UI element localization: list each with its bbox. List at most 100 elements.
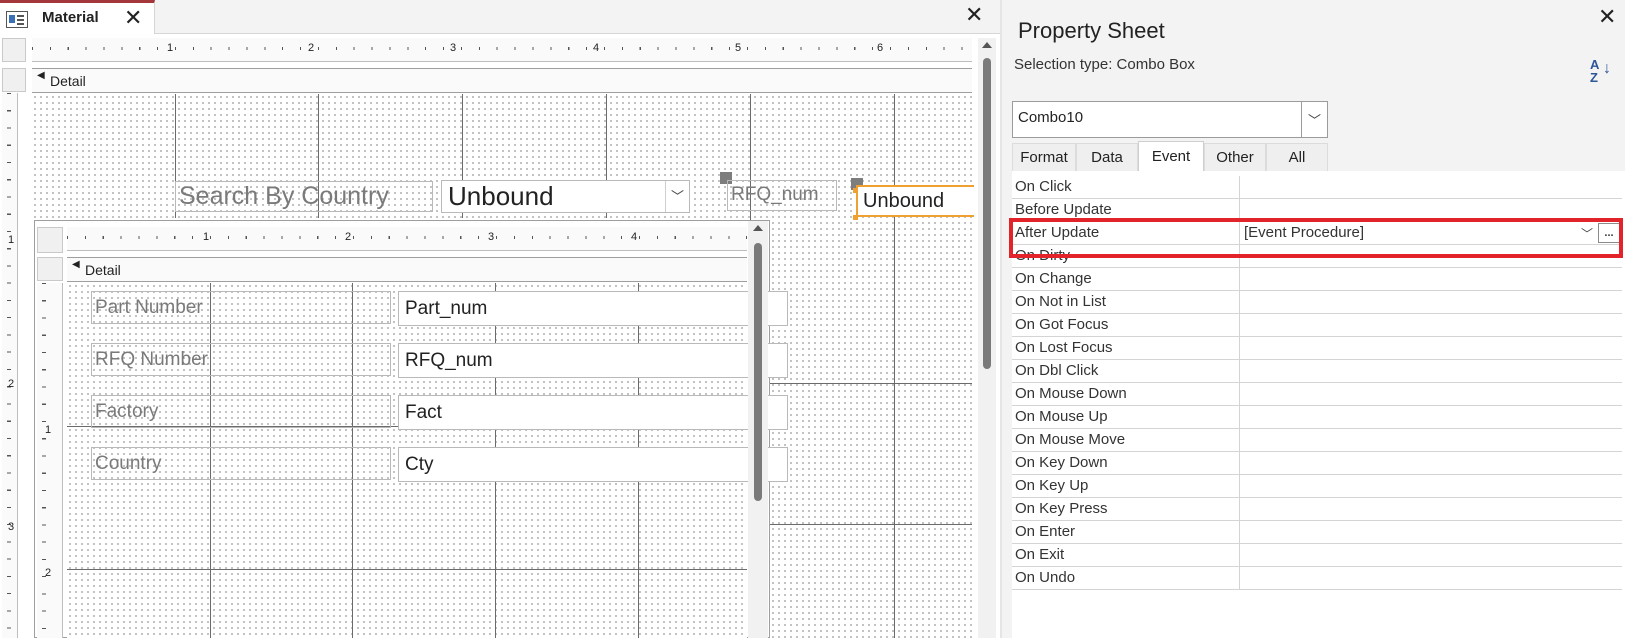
search-by-country-label[interactable]: Search By Country: [175, 181, 433, 212]
scroll-up-icon[interactable]: [753, 225, 763, 231]
search-country-combo[interactable]: Unbound ﹀: [441, 180, 690, 213]
property-value[interactable]: [1239, 383, 1622, 405]
highlight-box: [1009, 218, 1623, 258]
designer-vertical-scrollbar[interactable]: [978, 38, 996, 638]
selected-combo-control[interactable]: Unbound: [856, 185, 974, 217]
subform-vertical-ruler: 1 2: [37, 283, 63, 638]
property-row[interactable]: On Exit: [1012, 544, 1622, 567]
scroll-thumb[interactable]: [754, 243, 762, 501]
property-value[interactable]: [1239, 475, 1622, 497]
property-row[interactable]: On Got Focus: [1012, 314, 1622, 337]
subform-detail-bar[interactable]: ◀ Detail: [67, 257, 747, 282]
property-sheet-title: Property Sheet: [1018, 18, 1165, 43]
property-name: On Lost Focus: [1015, 339, 1113, 356]
property-row[interactable]: On Key Down: [1012, 452, 1622, 475]
property-row[interactable]: On Mouse Move: [1012, 429, 1622, 452]
property-row[interactable]: On Mouse Down: [1012, 383, 1622, 406]
property-value[interactable]: [1239, 406, 1622, 428]
ruler-number: 1: [203, 231, 210, 243]
property-value[interactable]: [1239, 567, 1622, 589]
ruler-number: 6: [877, 42, 884, 54]
property-name: On Undo: [1015, 569, 1076, 586]
property-row[interactable]: On Enter: [1012, 521, 1622, 544]
property-name: On Dbl Click: [1015, 362, 1099, 379]
property-row[interactable]: On Click: [1012, 176, 1622, 199]
property-row[interactable]: On Change: [1012, 268, 1622, 291]
section-arrow-icon: ◀: [72, 259, 80, 270]
property-value[interactable]: [1239, 337, 1622, 359]
tab-data[interactable]: Data: [1076, 143, 1138, 171]
tab-other[interactable]: Other: [1204, 143, 1266, 171]
cty-textbox[interactable]: Cty: [398, 447, 788, 482]
property-name: On Got Focus: [1015, 316, 1109, 333]
rfq-num-label[interactable]: RFQ_num: [727, 180, 837, 211]
resize-handle[interactable]: [853, 188, 858, 193]
property-name: On Exit: [1015, 546, 1065, 563]
property-row[interactable]: On Key Press: [1012, 498, 1622, 521]
property-value[interactable]: [1239, 314, 1622, 336]
ruler-number: 4: [593, 42, 600, 54]
selected-combo-value: Unbound: [863, 190, 945, 212]
part-number-label[interactable]: Part Number: [91, 291, 391, 324]
property-name: On Mouse Up: [1015, 408, 1108, 425]
country-label[interactable]: Country: [91, 447, 391, 480]
property-value[interactable]: [1239, 291, 1622, 313]
factory-label[interactable]: Factory: [91, 395, 391, 428]
tab-format[interactable]: Format: [1012, 143, 1076, 171]
property-value[interactable]: [1239, 176, 1622, 198]
property-row[interactable]: On Mouse Up: [1012, 406, 1622, 429]
property-value[interactable]: [1239, 268, 1622, 290]
property-row[interactable]: On Key Up: [1012, 475, 1622, 498]
rfq-number-label[interactable]: RFQ Number: [91, 343, 391, 376]
ruler-number: 2: [45, 567, 52, 579]
scroll-up-icon[interactable]: [982, 42, 992, 48]
property-row[interactable]: On Undo: [1012, 567, 1622, 590]
property-name: Before Update: [1015, 201, 1112, 218]
subform-section-selector[interactable]: [37, 257, 63, 281]
property-row[interactable]: On Dbl Click: [1012, 360, 1622, 383]
ruler-number: 1: [45, 424, 52, 436]
part-num-textbox[interactable]: Part_num: [398, 291, 788, 326]
section-selector[interactable]: [2, 68, 26, 92]
ruler-number: 2: [8, 378, 15, 390]
subform-vertical-scrollbar[interactable]: [748, 221, 768, 638]
property-row[interactable]: On Not in List: [1012, 291, 1622, 314]
document-tab[interactable]: Material ✕: [0, 0, 155, 34]
tab-all[interactable]: All: [1266, 143, 1328, 171]
ruler-number: 3: [8, 521, 15, 533]
resize-handle[interactable]: [853, 215, 858, 220]
selection-type-text: Selection type: Combo Box: [1014, 56, 1195, 73]
section-arrow-icon: ◀: [37, 70, 45, 81]
property-name: On Key Press: [1015, 500, 1108, 517]
property-value[interactable]: [1239, 544, 1622, 566]
tab-label: Format: [1020, 149, 1068, 166]
rfq-num-textbox[interactable]: RFQ_num: [398, 343, 788, 378]
object-selector-combo[interactable]: Combo10 ﹀: [1012, 101, 1328, 138]
sort-az-icon[interactable]: A Z ↓: [1590, 58, 1611, 84]
object-selector-value: Combo10: [1018, 109, 1084, 126]
property-value[interactable]: [1239, 452, 1622, 474]
close-tab-icon[interactable]: ✕: [124, 7, 142, 29]
close-designer-icon[interactable]: ✕: [965, 4, 983, 26]
subform-selector[interactable]: [37, 227, 63, 253]
ruler-number: 1: [8, 234, 15, 246]
tab-label: Data: [1091, 149, 1123, 166]
property-value[interactable]: [1239, 429, 1622, 451]
property-value[interactable]: [1239, 521, 1622, 543]
scroll-thumb[interactable]: [983, 58, 991, 369]
fact-textbox[interactable]: Fact: [398, 395, 788, 430]
subform-control[interactable]: 1 2 3 4 ◀ Detail 1 2 Part Number Part_nu…: [34, 220, 788, 638]
property-name: On Enter: [1015, 523, 1076, 540]
chevron-down-icon[interactable]: ﹀: [665, 181, 689, 212]
property-value[interactable]: [1239, 498, 1622, 520]
ruler-number: 2: [308, 42, 315, 54]
tab-event[interactable]: Event: [1138, 141, 1204, 171]
form-selector[interactable]: [2, 38, 26, 62]
property-value[interactable]: [1239, 360, 1622, 382]
detail-section-bar[interactable]: ◀ Detail: [32, 68, 972, 93]
chevron-down-icon[interactable]: ﹀: [1301, 102, 1327, 137]
form-icon: [6, 11, 28, 28]
close-property-sheet-icon[interactable]: ✕: [1598, 6, 1616, 28]
property-row[interactable]: On Lost Focus: [1012, 337, 1622, 360]
ruler-number: 4: [631, 231, 638, 243]
